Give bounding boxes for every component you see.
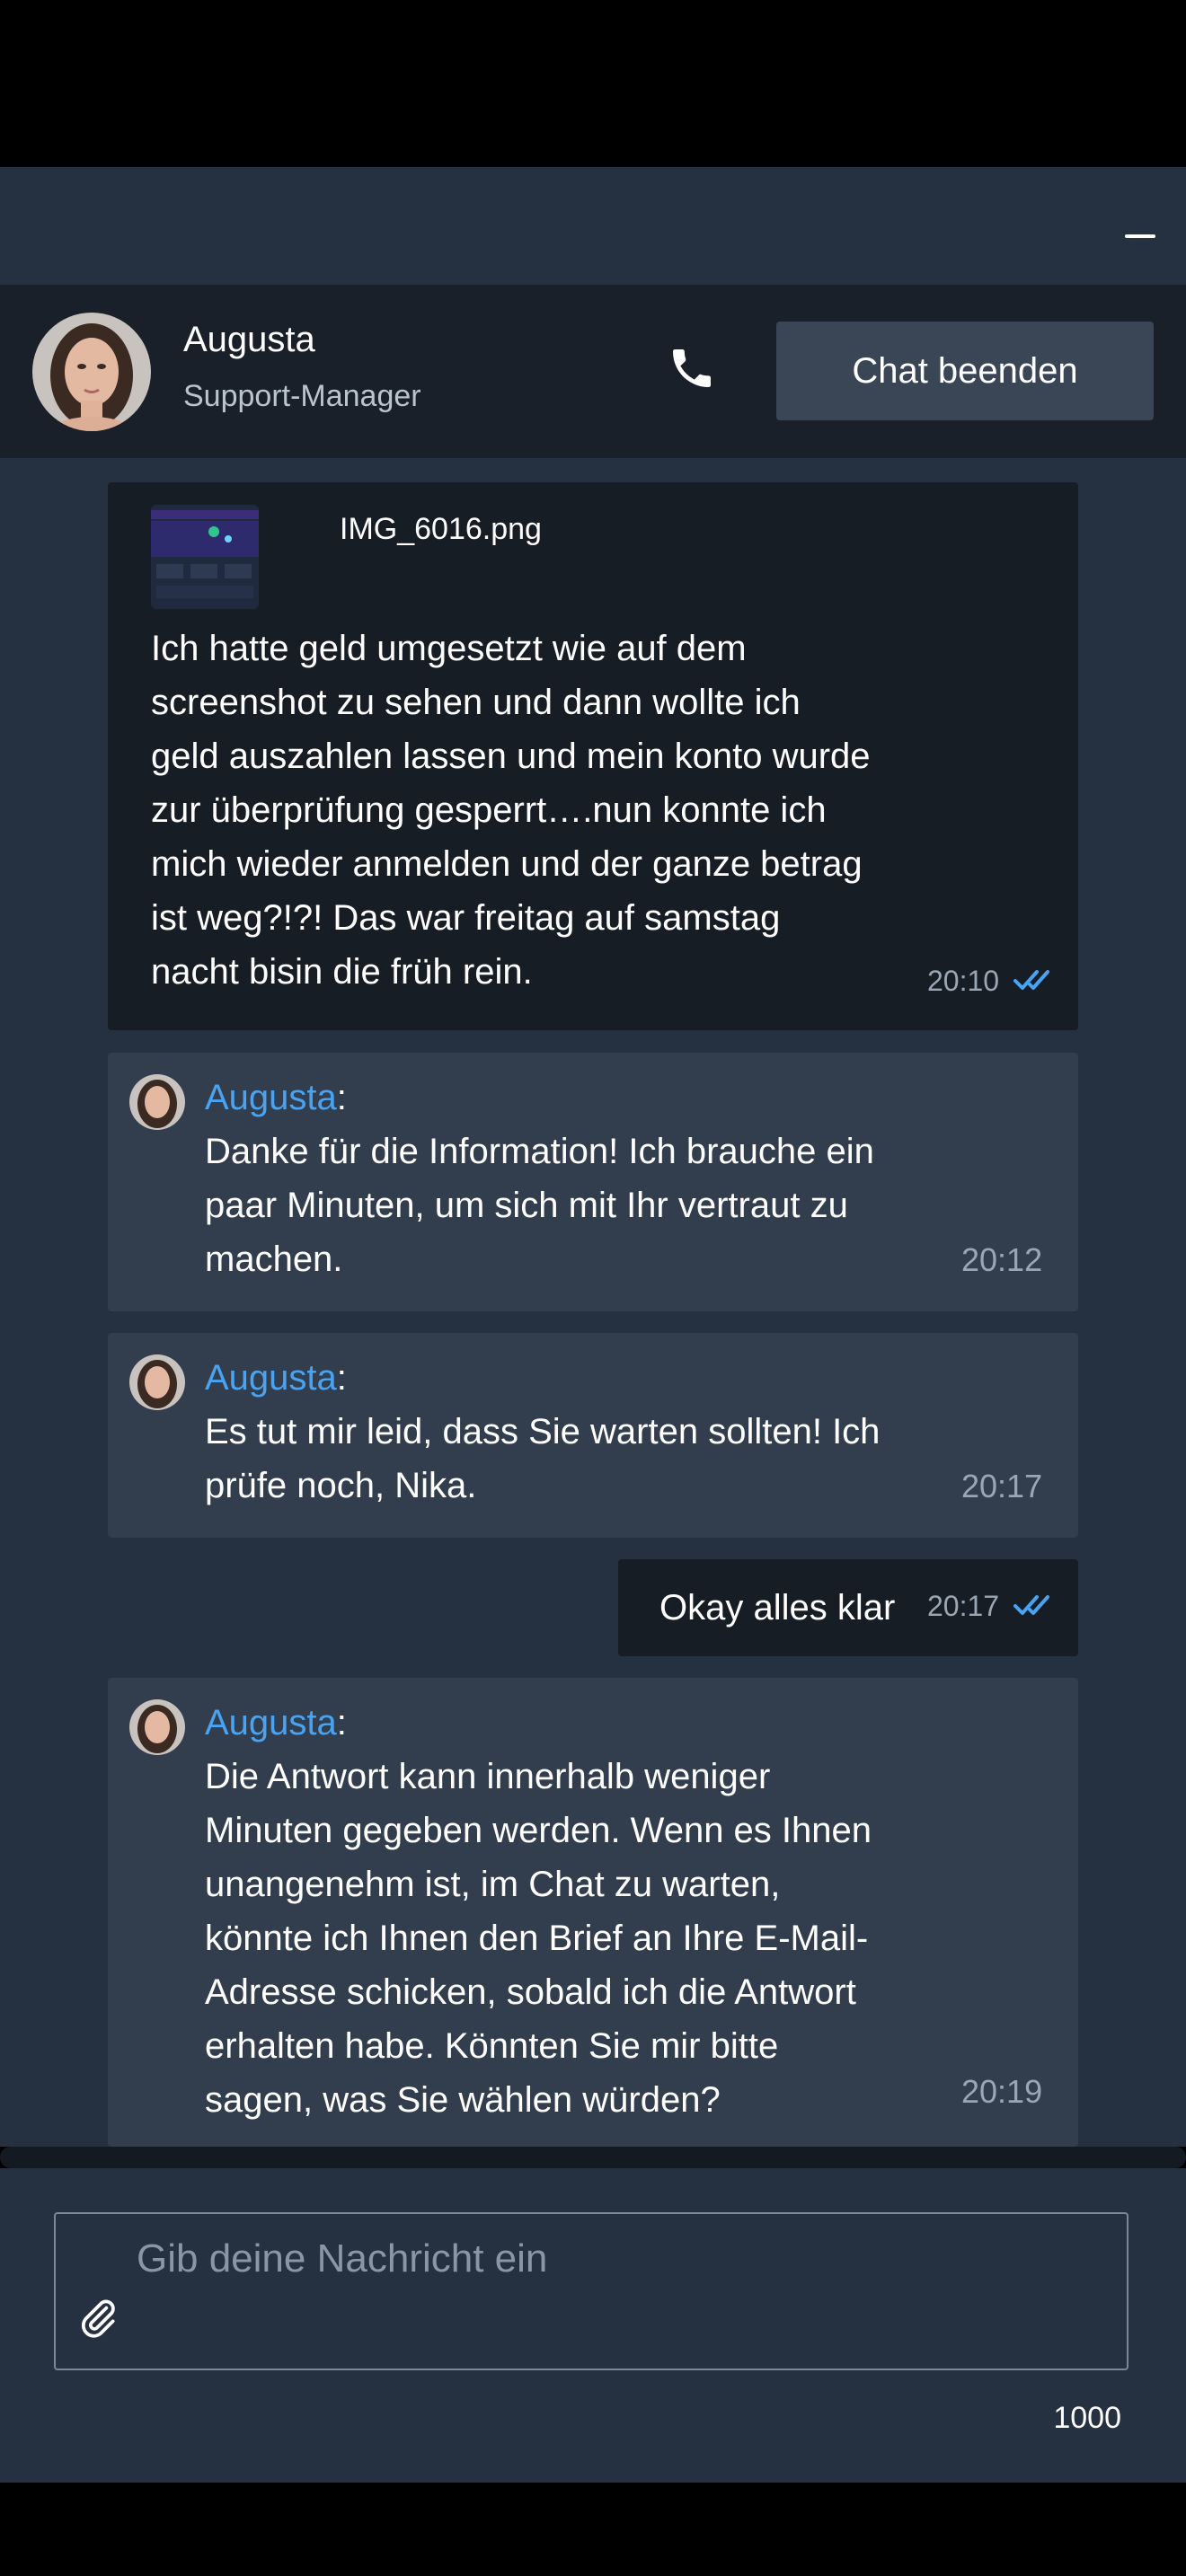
agent-avatar-small: [129, 1354, 185, 1410]
message-sender: Augusta:: [205, 1703, 347, 1742]
character-counter: 1000: [1053, 2401, 1121, 2435]
navigation-bar-area: [0, 2483, 1186, 2576]
status-bar-area: [0, 0, 1186, 167]
attachment-thumbnail[interactable]: [151, 505, 259, 609]
window-title-bar: [0, 167, 1186, 285]
message-time: 20:19: [961, 2073, 1043, 2110]
message-text: Es tut mir leid, dass Sie warten sollten…: [205, 1412, 881, 1505]
message-text: Danke für die Information! Ich brauche e…: [205, 1132, 874, 1279]
message-sender: Augusta:: [205, 1358, 347, 1398]
attach-paperclip-icon[interactable]: [75, 2296, 120, 2341]
chat-message-list[interactable]: IMG_6016.png Ich hatte geld umgesetzt wi…: [0, 458, 1186, 2147]
end-chat-button[interactable]: Chat beenden: [776, 322, 1154, 420]
message-sender: Augusta:: [205, 1078, 347, 1117]
double-check-icon: [1013, 1593, 1057, 1619]
message-time: 20:12: [961, 1241, 1043, 1278]
message-text: Die Antwort kann innerhalb weniger Minut…: [205, 1757, 872, 2120]
agent-name: Augusta: [183, 320, 315, 359]
minimize-icon[interactable]: [1125, 234, 1155, 238]
double-check-icon: [1013, 968, 1057, 993]
message-text: Ich hatte geld umgesetzt wie auf dem scr…: [151, 629, 871, 992]
agent-avatar-small: [129, 1074, 185, 1130]
message-time: 20:17: [961, 1468, 1043, 1504]
message-text: Okay alles klar: [659, 1588, 896, 1628]
message-time: 20:17: [927, 1590, 1000, 1622]
message-time: 20:10: [927, 965, 1000, 997]
agent-avatar-small: [129, 1699, 185, 1755]
agent-role: Support-Manager: [183, 379, 421, 413]
message-input-placeholder[interactable]: Gib deine Nachricht ein: [137, 2236, 547, 2281]
agent-avatar: [32, 313, 151, 431]
horizontal-scrollbar[interactable]: [0, 2147, 1186, 2168]
attachment-filename[interactable]: IMG_6016.png: [340, 512, 542, 547]
phone-icon[interactable]: [667, 343, 717, 393]
